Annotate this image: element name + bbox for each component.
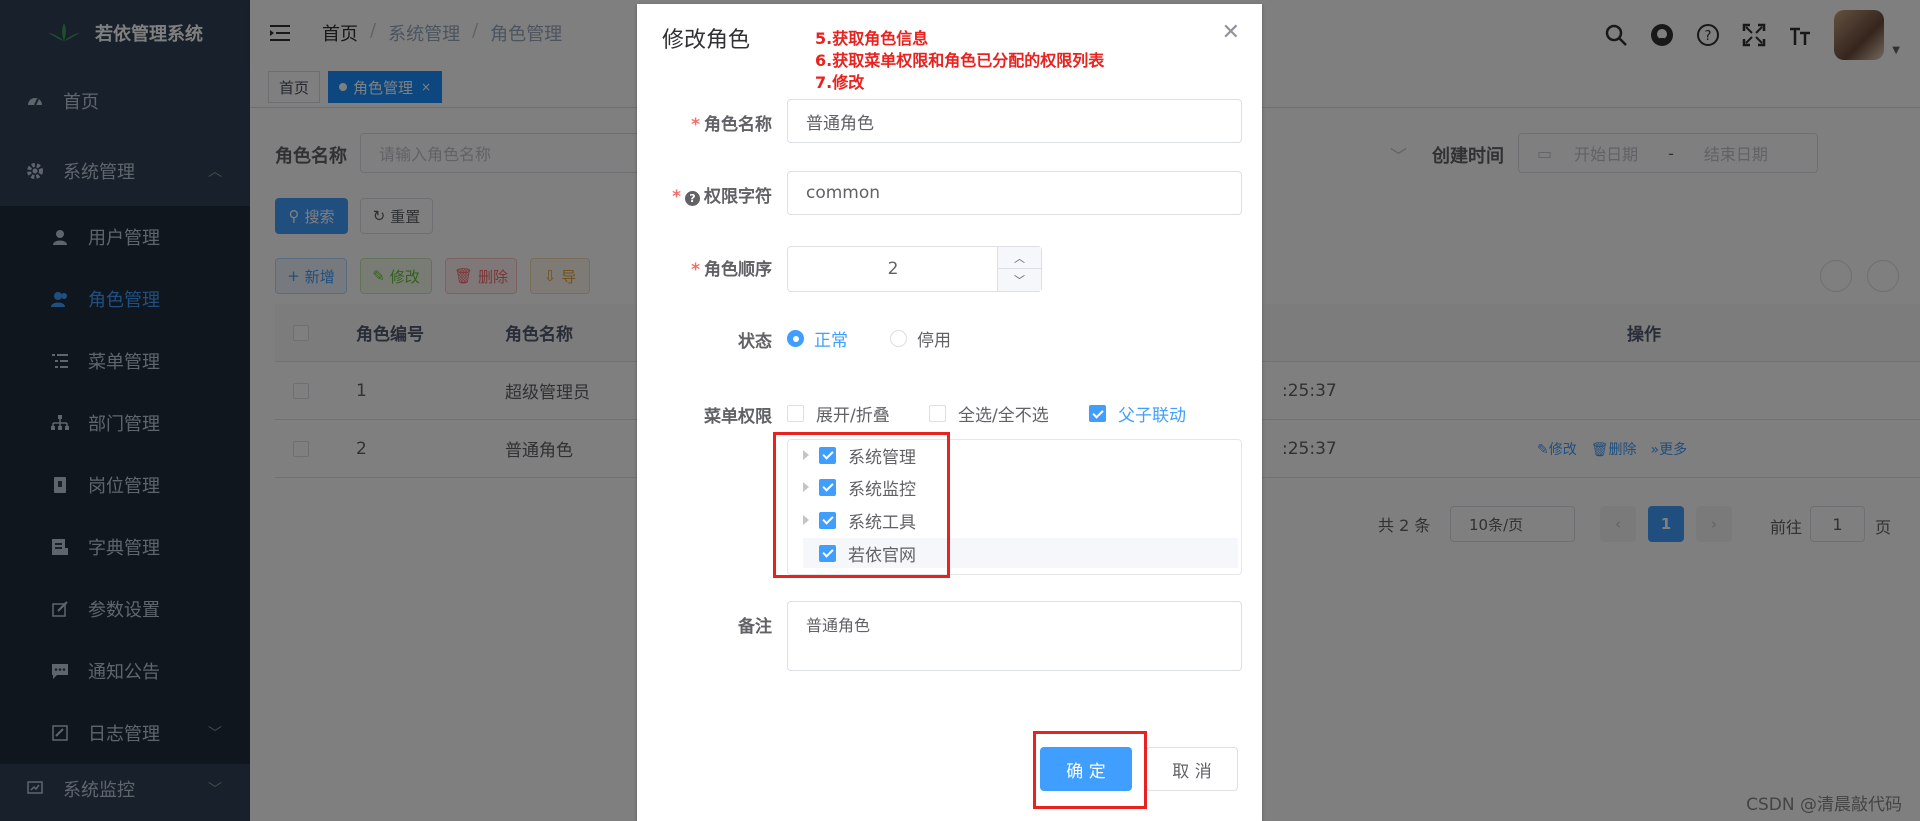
checkbox-box (1089, 405, 1106, 422)
question-icon[interactable]: ? (685, 191, 700, 206)
label-text: 角色顺序 (704, 260, 772, 280)
annotation-highlight-box (1033, 731, 1147, 809)
close-icon[interactable]: ✕ (1222, 20, 1240, 45)
status-radio-normal[interactable]: 正常 (787, 326, 848, 351)
cancel-button[interactable]: 取 消 (1146, 747, 1238, 791)
radio-circle (787, 330, 804, 347)
required-mark: * (691, 115, 700, 135)
status-label: 状态 (738, 332, 772, 352)
radio-label: 正常 (814, 331, 848, 351)
role-key-label: *? 权限字符 (637, 182, 772, 207)
label-text: 权限字符 (704, 187, 772, 207)
remark-textarea[interactable]: 普通角色 (787, 601, 1242, 671)
expand-collapse-checkbox[interactable]: 展开/折叠 (787, 401, 890, 426)
radio-circle (890, 330, 907, 347)
menu-permission-label: 菜单权限 (704, 407, 772, 427)
required-mark: * (672, 187, 681, 207)
stepper-value[interactable]: 2 (788, 247, 998, 291)
required-mark: * (691, 260, 700, 280)
watermark: CSDN @清晨敲代码 (1746, 795, 1902, 815)
checkbox-label: 全选/全不选 (958, 406, 1049, 426)
radio-label: 停用 (917, 331, 951, 351)
annotation-step-5: 5.获取角色信息 (815, 29, 929, 48)
dialog-title: 修改角色 (662, 28, 751, 53)
checkbox-label: 展开/折叠 (816, 406, 890, 426)
increase-button[interactable]: ︿ (997, 247, 1041, 269)
annotation-step-7: 7.修改 (815, 73, 865, 92)
role-sort-label: * 角色顺序 (637, 255, 772, 280)
remark-label: 备注 (738, 617, 772, 637)
decrease-button[interactable]: ﹀ (997, 269, 1041, 291)
edit-role-dialog: 修改角色 ✕ 5.获取角色信息 6.获取菜单权限和角色已分配的权限列表 7.修改… (637, 4, 1262, 821)
annotation-notes: 5.获取角色信息 6.获取菜单权限和角色已分配的权限列表 7.修改 (815, 28, 1104, 94)
role-key-input[interactable]: common (787, 171, 1242, 215)
role-sort-stepper[interactable]: 2 ︿ ﹀ (787, 246, 1042, 292)
status-radio-disabled[interactable]: 停用 (890, 326, 951, 351)
annotation-step-6: 6.获取菜单权限和角色已分配的权限列表 (815, 51, 1105, 70)
select-all-checkbox[interactable]: 全选/全不选 (929, 401, 1049, 426)
role-name-label: * 角色名称 (637, 110, 772, 135)
checkbox-box (929, 405, 946, 422)
label-text: 角色名称 (704, 115, 772, 135)
role-name-input[interactable]: 普通角色 (787, 99, 1242, 143)
checkbox-label: 父子联动 (1118, 406, 1186, 426)
parent-child-link-checkbox[interactable]: 父子联动 (1089, 401, 1186, 426)
checkbox-box (787, 405, 804, 422)
annotation-highlight-box (773, 432, 950, 578)
